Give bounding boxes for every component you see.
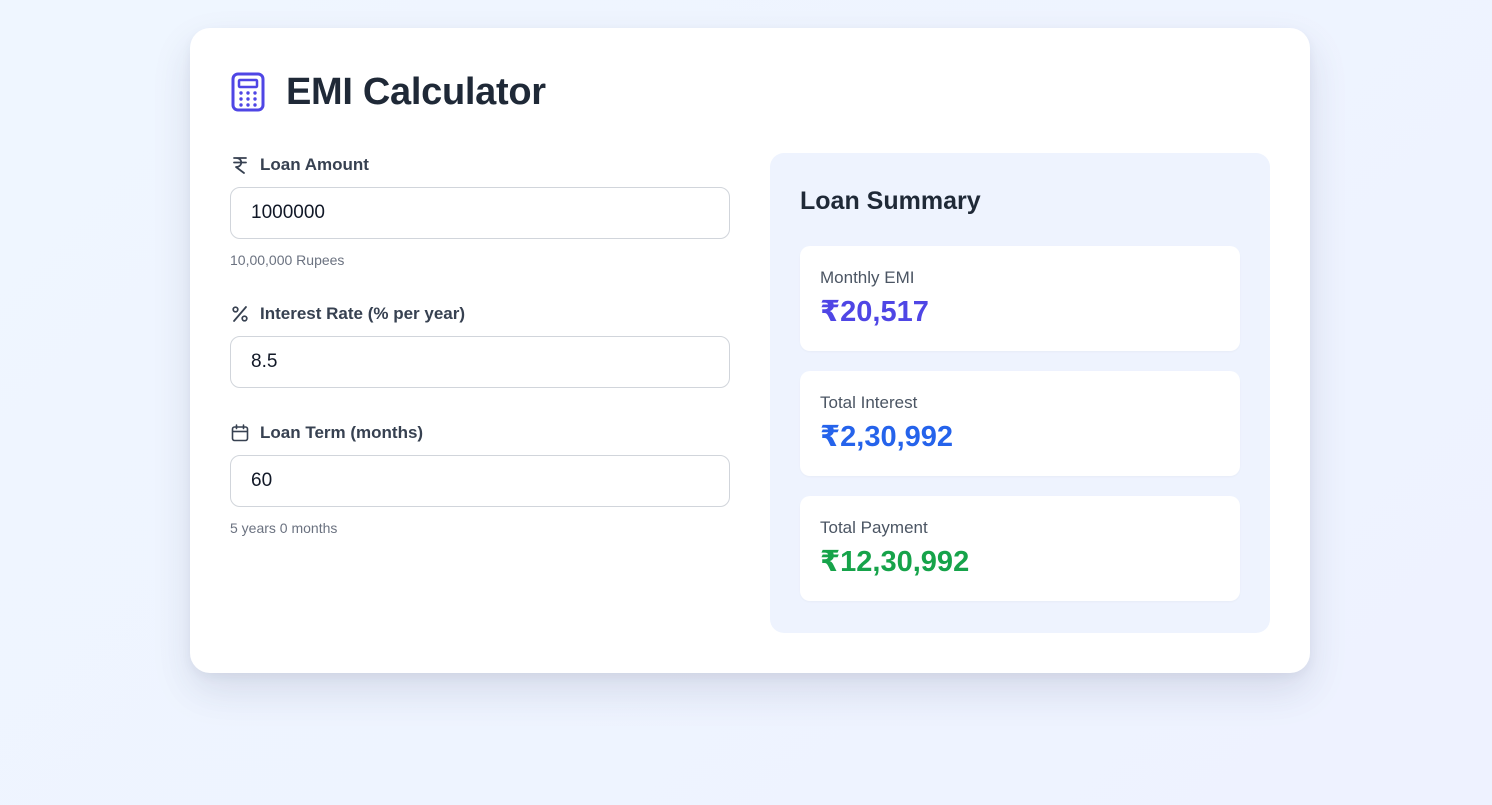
monthly-emi-value: ₹20,517 bbox=[820, 296, 929, 328]
header: EMI Calculator bbox=[230, 68, 1270, 116]
interest-rate-input[interactable] bbox=[230, 336, 730, 388]
loan-summary-panel: Loan Summary Monthly EMI ₹20,517 Total I… bbox=[770, 153, 1270, 633]
total-interest-card: Total Interest ₹2,30,992 bbox=[800, 371, 1240, 476]
loan-term-hint: 5 years 0 months bbox=[230, 520, 338, 536]
loan-term-label: Loan Term (months) bbox=[260, 423, 424, 442]
loan-amount-field: Loan Amount 10,00,000 Rupees bbox=[230, 153, 730, 268]
loan-amount-input[interactable] bbox=[230, 187, 730, 239]
loan-amount-hint: 10,00,000 Rupees bbox=[230, 252, 345, 268]
input-panel: Loan Amount 10,00,000 Rupees Interest Ra… bbox=[230, 153, 730, 633]
loan-amount-label: Loan Amount bbox=[260, 155, 369, 174]
rupee-icon bbox=[230, 155, 250, 175]
summary-title: Loan Summary bbox=[800, 187, 981, 215]
monthly-emi-card: Monthly EMI ₹20,517 bbox=[800, 246, 1240, 351]
loan-term-input[interactable] bbox=[230, 455, 730, 507]
page-title: EMI Calculator bbox=[286, 70, 546, 113]
calendar-icon bbox=[230, 423, 250, 443]
total-payment-card: Total Payment ₹12,30,992 bbox=[800, 496, 1240, 601]
emi-calculator-card: EMI Calculator Loan Amount 10,00,000 Rup… bbox=[190, 28, 1310, 673]
interest-rate-field: Interest Rate (% per year) bbox=[230, 302, 730, 388]
calculator-icon bbox=[230, 72, 270, 112]
loan-term-field: Loan Term (months) 5 years 0 months bbox=[230, 421, 730, 536]
total-interest-label: Total Interest bbox=[820, 393, 918, 412]
total-payment-label: Total Payment bbox=[820, 518, 928, 537]
percent-icon bbox=[230, 304, 250, 324]
total-interest-value: ₹2,30,992 bbox=[820, 421, 954, 453]
total-payment-value: ₹12,30,992 bbox=[820, 546, 970, 578]
interest-rate-label: Interest Rate (% per year) bbox=[260, 304, 466, 323]
monthly-emi-label: Monthly EMI bbox=[820, 268, 915, 287]
